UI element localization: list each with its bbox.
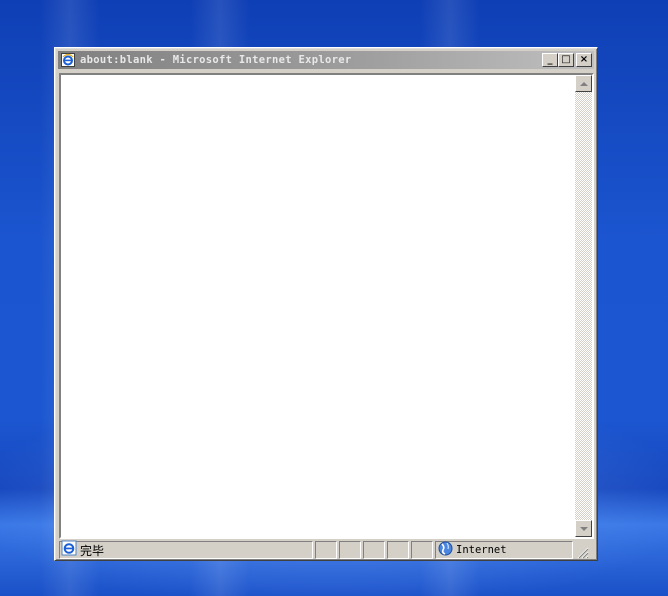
security-zone-pane[interactable]: Internet — [435, 541, 573, 559]
ie-page-icon — [61, 540, 77, 560]
status-pane-lock — [363, 541, 385, 559]
title-bar[interactable]: about:blank - Microsoft Internet Explore… — [58, 51, 594, 69]
security-zone-label: Internet — [456, 544, 507, 556]
scroll-up-button[interactable] — [575, 75, 592, 92]
status-bar: 完毕 Internet — [59, 540, 595, 560]
status-pane-progress — [315, 541, 337, 559]
status-pane: 完毕 — [59, 540, 313, 560]
resize-grip[interactable] — [575, 541, 589, 559]
minimize-button[interactable]: _ — [542, 53, 558, 67]
status-pane-extra — [411, 541, 433, 559]
status-pane-offline — [339, 541, 361, 559]
vertical-scrollbar[interactable] — [575, 75, 592, 537]
status-text: 完毕 — [80, 543, 105, 558]
arrow-up-icon — [579, 81, 588, 86]
ie-logo-icon[interactable] — [60, 52, 76, 68]
close-button[interactable]: × — [576, 53, 592, 67]
browser-viewport[interactable] — [59, 73, 594, 539]
internet-globe-icon — [438, 541, 453, 560]
scroll-down-button[interactable] — [575, 520, 592, 537]
maximize-button[interactable]: □ — [558, 53, 574, 67]
ie-window: about:blank - Microsoft Internet Explore… — [54, 47, 598, 561]
arrow-down-icon — [579, 526, 588, 531]
status-pane-privacy — [387, 541, 409, 559]
window-title: about:blank - Microsoft Internet Explore… — [80, 54, 352, 66]
